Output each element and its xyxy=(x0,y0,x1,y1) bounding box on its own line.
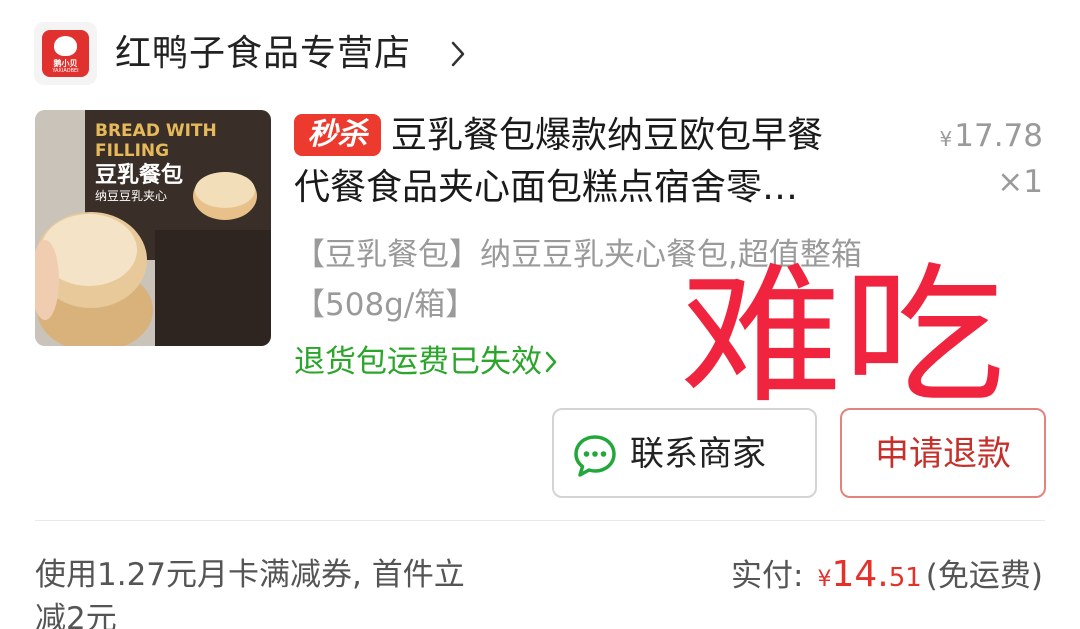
request-refund-button[interactable]: 申请退款 xyxy=(840,408,1046,498)
paid-amount-dec: 51 xyxy=(888,563,922,593)
price-currency: ¥ xyxy=(939,127,953,151)
coupon-note: 使用1.27元月卡满减券, 首件立减2元 xyxy=(35,557,465,629)
store-name[interactable]: 红鸭子食品专营店 xyxy=(115,32,411,76)
actual-payment: 实付: ¥14.51 (免运费) xyxy=(731,553,1043,602)
image-text-subtitle: 纳豆豆乳夹心 xyxy=(95,189,167,203)
chevron-right-icon xyxy=(545,351,557,372)
product-title-line1: 豆乳餐包爆款纳豆欧包早餐 xyxy=(391,115,824,156)
image-text-title: 豆乳餐包 xyxy=(95,162,183,188)
divider xyxy=(35,520,1045,521)
paid-currency: ¥ xyxy=(817,567,832,592)
unit-price: ¥17.78 xyxy=(940,116,1043,159)
price-value: 17.78 xyxy=(954,118,1043,154)
return-shipping-label: 退货包运费已失效 xyxy=(294,344,542,380)
chevron-right-icon[interactable] xyxy=(450,40,466,68)
flash-sale-badge: 秒杀 xyxy=(294,114,381,156)
paid-amount-int: 14. xyxy=(831,554,889,595)
image-text-line1: BREAD WITH xyxy=(95,121,217,141)
contact-seller-button[interactable]: 联系商家 xyxy=(552,408,817,498)
paid-label: 实付: xyxy=(730,558,804,594)
product-image[interactable]: BREAD WITH FILLING 豆乳餐包 纳豆豆乳夹心 xyxy=(35,110,271,346)
image-text-line2: FILLING xyxy=(95,141,169,161)
quantity: ×1 xyxy=(997,164,1043,200)
store-header[interactable]: 鹅小贝 YAXIAOBEI 红鸭子食品专营店 xyxy=(0,0,1080,100)
store-logo-subtext: YAXIAOBEI xyxy=(52,68,79,74)
chat-bubble-icon xyxy=(574,435,616,477)
handwritten-text: 难吃 xyxy=(680,250,1005,408)
contact-seller-label: 联系商家 xyxy=(630,434,766,474)
shipping-note: (免运费) xyxy=(925,558,1043,594)
product-title-line2: 代餐食品夹心面包糕点宿舍零… xyxy=(294,167,799,208)
return-shipping-link[interactable]: 退货包运费已失效 xyxy=(294,340,558,384)
store-logo: 鹅小贝 YAXIAOBEI xyxy=(34,22,97,85)
product-title[interactable]: 秒杀 豆乳餐包爆款纳豆欧包早餐 代餐食品夹心面包糕点宿舍零… xyxy=(294,110,894,214)
handwritten-annotation: 难吃 xyxy=(680,250,1005,408)
